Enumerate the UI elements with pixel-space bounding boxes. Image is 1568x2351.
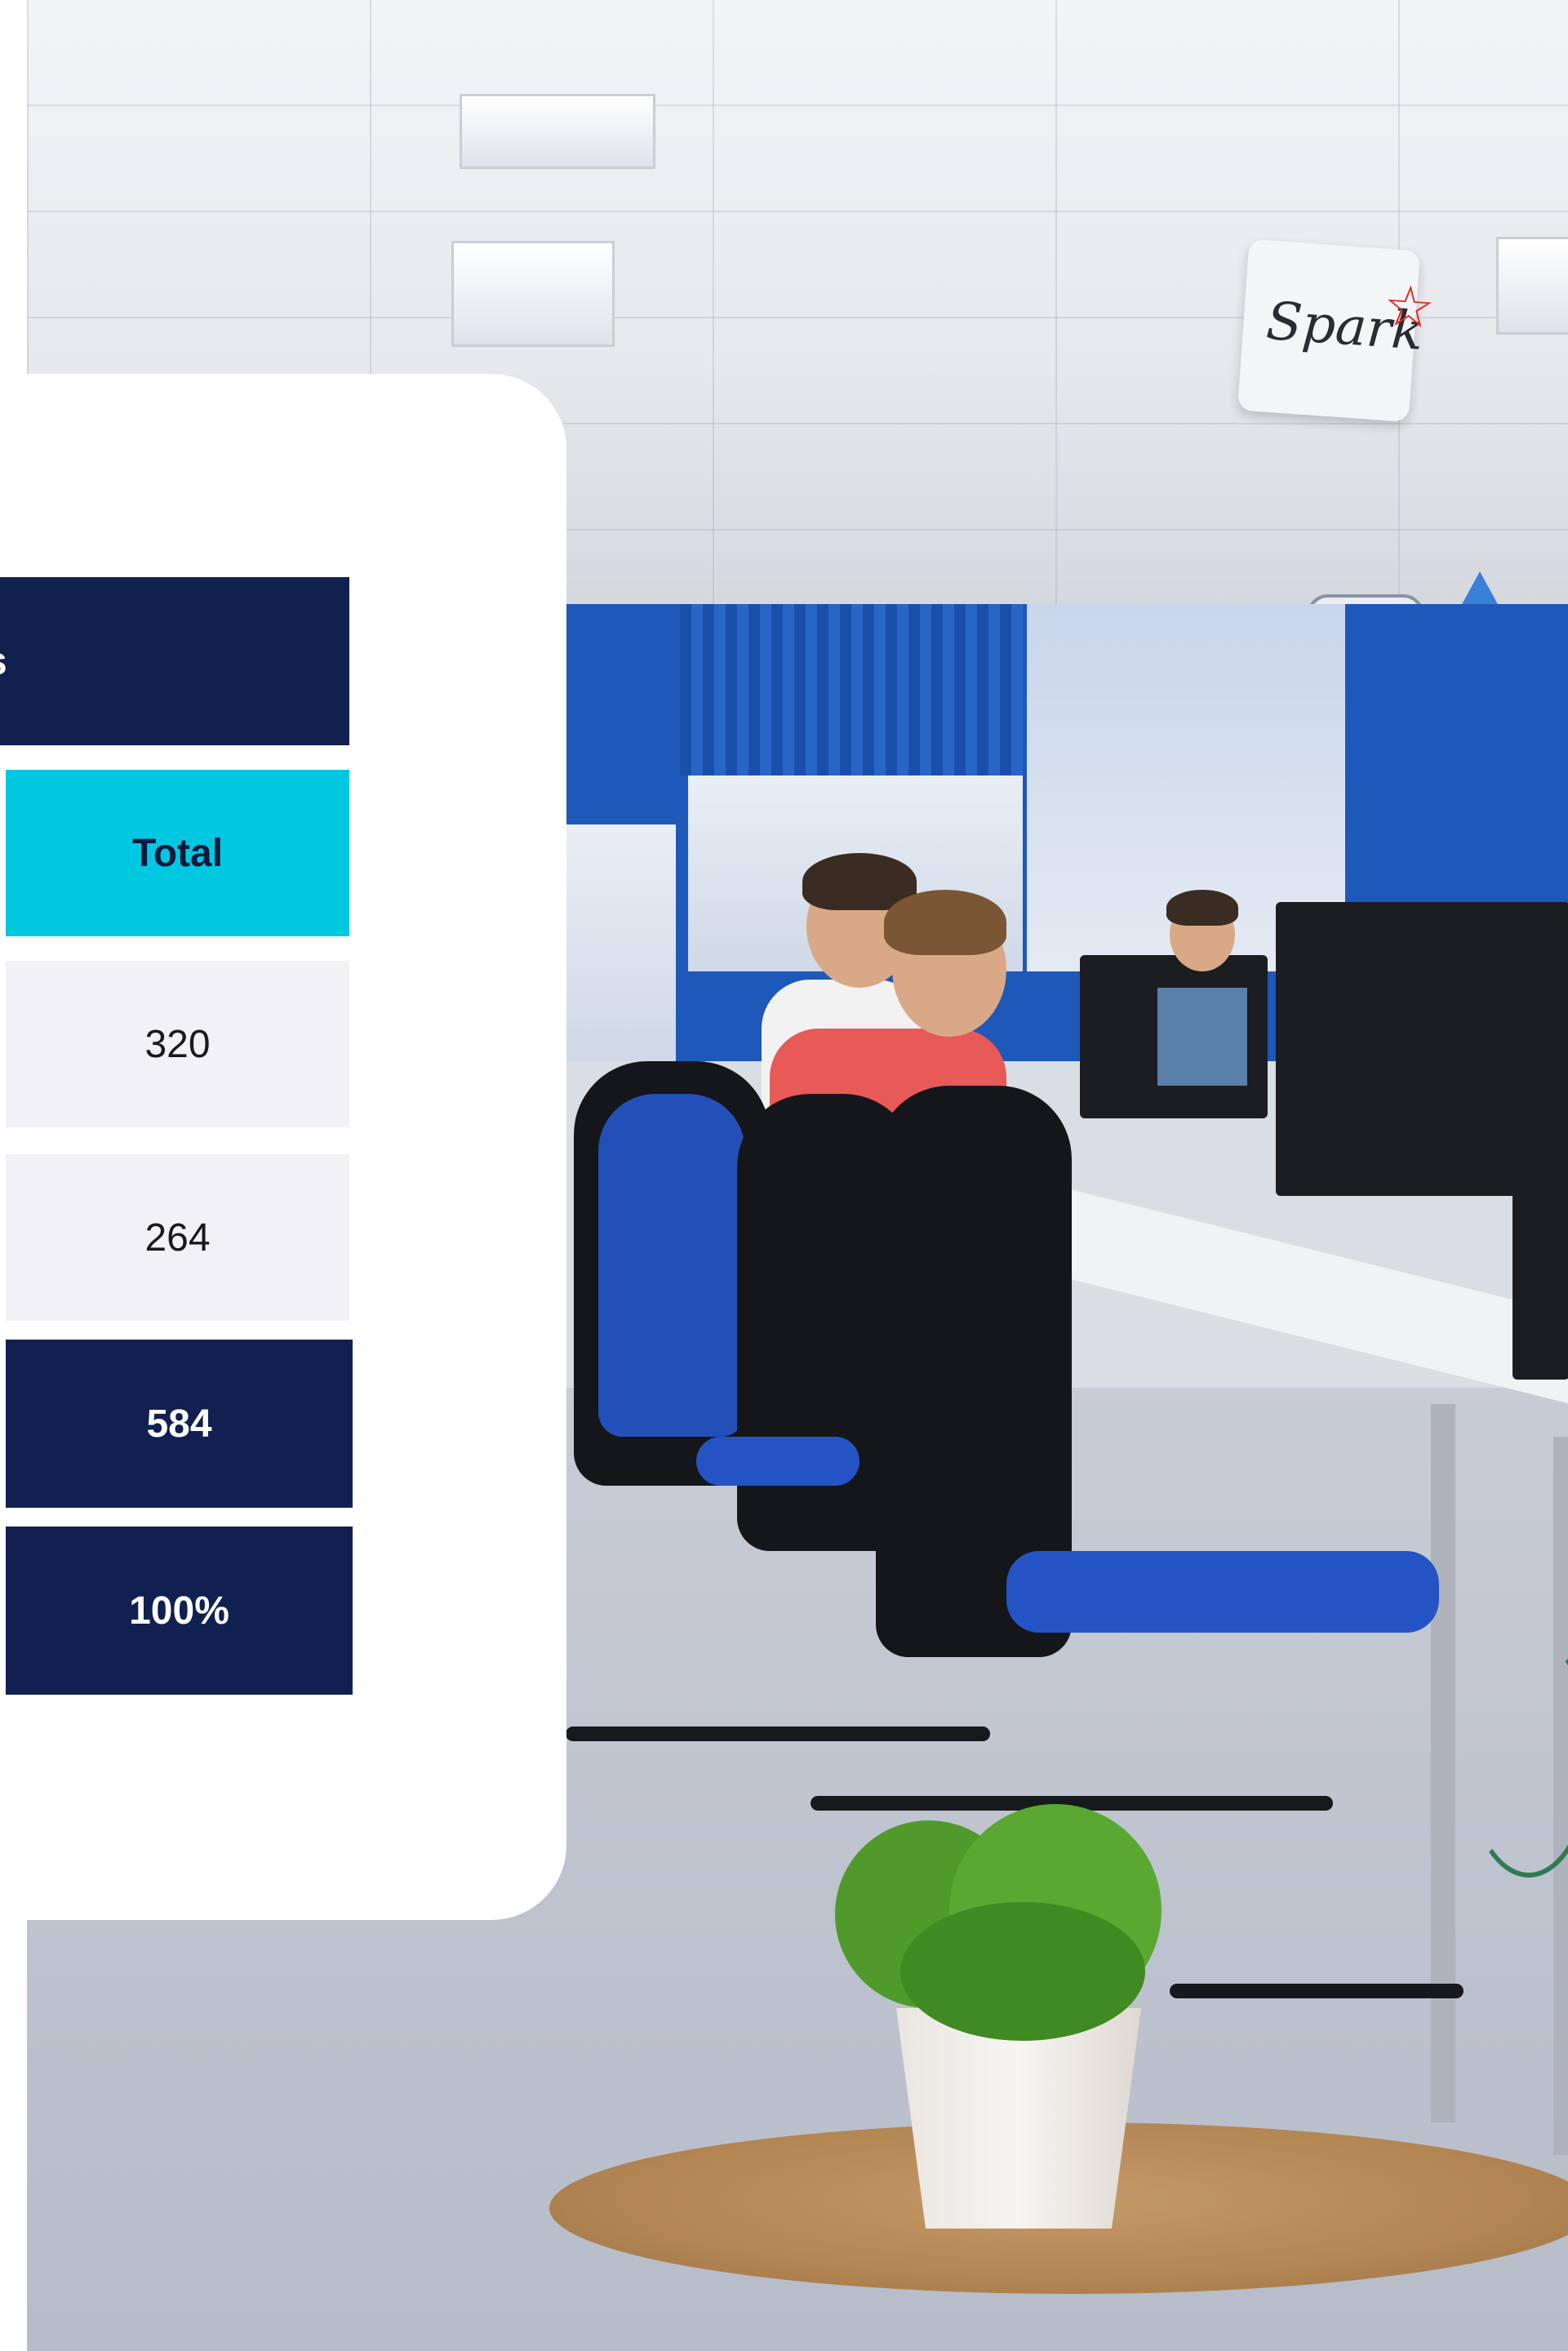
chair-mesh — [598, 1094, 745, 1437]
monitor — [1512, 1020, 1568, 1380]
spark-sign: Spark ☆ — [1237, 238, 1437, 423]
row-value: 264 — [144, 1215, 211, 1260]
ceiling-light — [451, 241, 615, 347]
chair-base — [1170, 1984, 1464, 1998]
star-icon: ☆ — [1381, 273, 1437, 340]
table-row-value: 320 — [6, 961, 349, 1127]
chair-seat — [696, 1437, 860, 1486]
row-value: 320 — [144, 1022, 211, 1066]
chair-base — [566, 1727, 990, 1741]
header-label: s — [0, 639, 7, 684]
plant-pot — [896, 2008, 1141, 2229]
chair-seat — [1006, 1551, 1439, 1633]
table-header-cell: s — [0, 577, 349, 745]
window-blind — [680, 604, 1023, 776]
monitor-screen — [1157, 988, 1247, 1086]
percent-value: 100% — [129, 1589, 229, 1633]
sum-value: 584 — [146, 1402, 212, 1446]
ceiling-light — [460, 94, 655, 169]
ceiling-light — [1496, 237, 1568, 335]
column-header-total: Total — [6, 770, 349, 936]
table-row-value: 264 — [6, 1154, 349, 1321]
desk-leg — [1431, 1404, 1455, 2122]
table-sum-cell: 584 — [6, 1340, 353, 1508]
table-percent-cell: 100% — [6, 1527, 353, 1695]
plant — [900, 1902, 1145, 2041]
column-header-label: Total — [131, 831, 224, 875]
monitor — [1080, 955, 1268, 1118]
